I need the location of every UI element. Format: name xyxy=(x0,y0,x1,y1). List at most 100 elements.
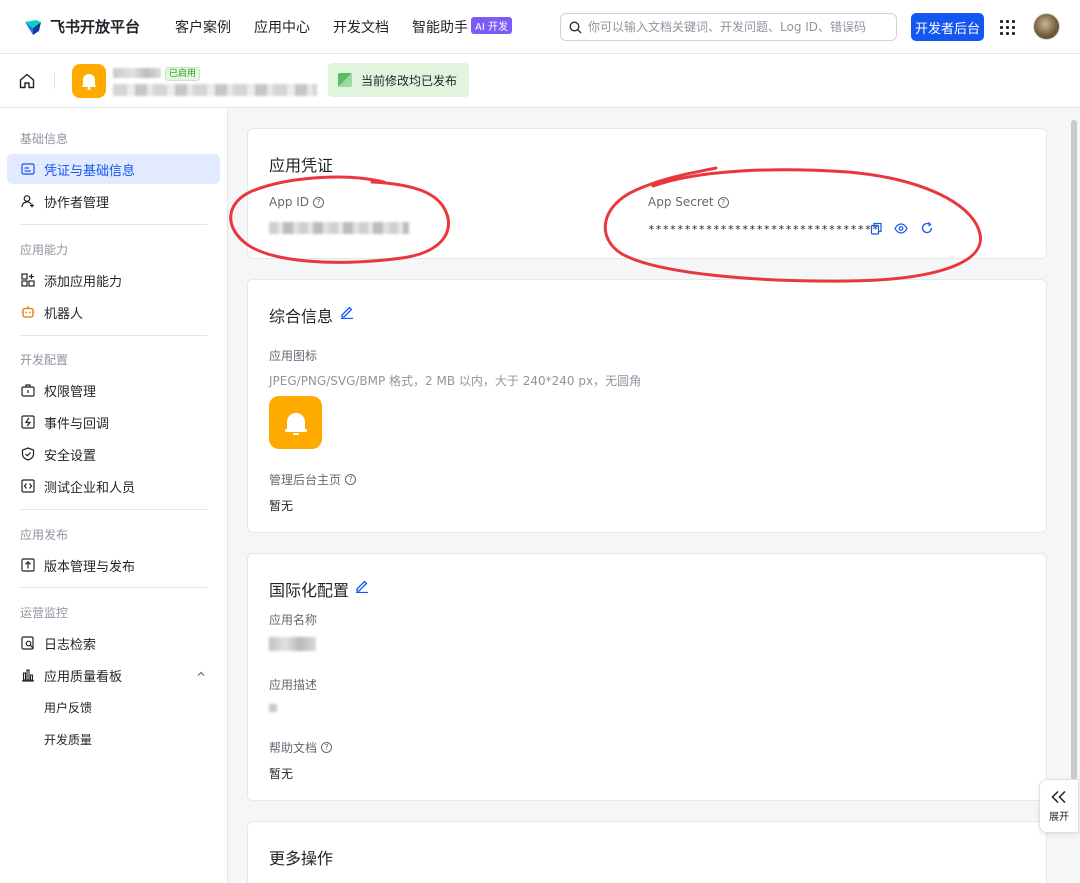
general-info-card: 综合信息 应用图标 JPEG/PNG/SVG/BMP 格式，2 MB 以内，大于… xyxy=(247,279,1047,533)
code-icon xyxy=(21,479,35,493)
eye-icon[interactable] xyxy=(894,222,908,235)
upload-icon xyxy=(21,558,35,572)
app-name-value-blurred xyxy=(269,637,316,651)
feishu-logo-icon xyxy=(25,19,41,35)
sidebar-divider xyxy=(20,224,207,225)
sidebar-divider xyxy=(20,335,207,336)
app-secret-label-text: App Secret xyxy=(648,195,714,209)
expand-label: 展开 xyxy=(1049,811,1069,823)
sidebar: 基础信息 凭证与基础信息 协作者管理 应用能力 添加应用能力 机器人 开发配置 … xyxy=(0,108,228,883)
app-icon-hint: JPEG/PNG/SVG/BMP 格式，2 MB 以内，大于 240*240 p… xyxy=(269,374,642,388)
app-desc-value-blurred xyxy=(269,704,277,712)
sidebar-item-label: 测试企业和人员 xyxy=(44,480,136,496)
app-icon xyxy=(72,64,106,98)
sidebar-item-log-search[interactable]: 日志检索 xyxy=(7,628,220,658)
i18n-title: 国际化配置 xyxy=(269,581,350,600)
sidebar-item-version-release[interactable]: 版本管理与发布 xyxy=(7,550,220,580)
sidebar-item-label: 凭证与基础信息 xyxy=(44,163,136,179)
edit-icon[interactable] xyxy=(340,305,354,319)
more-actions-card: 更多操作 xyxy=(247,821,1047,883)
copy-icon[interactable] xyxy=(870,222,883,235)
sidebar-group-dev-config: 开发配置 xyxy=(20,353,69,367)
i18n-config-card: 国际化配置 应用名称 应用描述 帮助文档 ? 暂无 xyxy=(247,553,1047,801)
id-card-icon xyxy=(21,162,35,176)
credentials-title: 应用凭证 xyxy=(269,156,334,175)
publish-status-text: 当前修改均已发布 xyxy=(361,73,458,88)
sidebar-subitem-user-feedback[interactable]: 用户反馈 xyxy=(44,699,92,716)
expand-panel-button[interactable]: 展开 xyxy=(1039,779,1079,833)
search-icon xyxy=(569,21,582,33)
nav-ai-assistant-label: 智能助手 xyxy=(412,19,468,36)
sidebar-divider xyxy=(20,509,207,510)
sidebar-group-monitoring: 运营监控 xyxy=(20,606,69,620)
home-icon[interactable] xyxy=(18,72,36,90)
sidebar-item-label: 应用质量看板 xyxy=(44,669,123,685)
sidebar-item-collaborators[interactable]: 协作者管理 xyxy=(7,186,220,216)
developer-console-button[interactable]: 开发者后台 xyxy=(911,13,984,41)
sidebar-item-label: 权限管理 xyxy=(44,384,97,400)
nav-ai-assistant[interactable]: 智能助手 AI 开发 xyxy=(412,16,512,37)
app-icon-large[interactable] xyxy=(269,396,322,449)
help-icon[interactable]: ? xyxy=(321,742,333,753)
sidebar-item-label: 版本管理与发布 xyxy=(44,559,136,575)
app-description-blurred xyxy=(113,84,317,96)
sidebar-group-basic: 基础信息 xyxy=(20,132,69,146)
app-secret-value: ******************************** xyxy=(648,223,880,236)
double-chevron-left-icon xyxy=(1051,790,1066,803)
app-id-label-text: App ID xyxy=(269,195,310,209)
nav-customer-cases[interactable]: 客户案例 xyxy=(175,17,231,37)
bell-icon xyxy=(284,412,307,435)
refresh-icon[interactable] xyxy=(920,221,934,235)
published-icon xyxy=(338,73,352,87)
sidebar-item-permissions[interactable]: 权限管理 xyxy=(7,375,220,405)
search-input[interactable] xyxy=(588,20,878,34)
app-grid-icon[interactable] xyxy=(1000,20,1015,35)
sidebar-group-release: 应用发布 xyxy=(20,528,69,542)
sidebar-item-events[interactable]: 事件与回调 xyxy=(7,407,220,437)
sidebar-item-bot[interactable]: 机器人 xyxy=(7,297,220,327)
app-name-blurred xyxy=(113,68,161,78)
add-user-icon xyxy=(21,194,35,208)
publish-status-banner: 当前修改均已发布 xyxy=(328,63,469,97)
nav-app-center[interactable]: 应用中心 xyxy=(254,17,310,37)
admin-homepage-value: 暂无 xyxy=(269,499,294,513)
sidebar-item-credentials[interactable]: 凭证与基础信息 xyxy=(7,154,220,184)
help-icon[interactable]: ? xyxy=(345,474,357,485)
help-icon[interactable]: ? xyxy=(313,196,325,208)
sidebar-item-quality-dashboard[interactable]: 应用质量看板 xyxy=(7,660,220,690)
sidebar-group-capabilities: 应用能力 xyxy=(20,243,69,257)
help-doc-value: 暂无 xyxy=(269,767,294,781)
help-doc-label-text: 帮助文档 xyxy=(269,741,318,755)
log-search-icon xyxy=(21,636,35,650)
robot-icon xyxy=(21,305,35,319)
sidebar-item-add-capability[interactable]: 添加应用能力 xyxy=(7,265,220,295)
help-icon[interactable]: ? xyxy=(717,196,729,208)
app-status-tag: 已启用 xyxy=(165,67,201,81)
app-name-label: 应用名称 xyxy=(269,613,318,627)
ai-dev-badge: AI 开发 xyxy=(471,16,512,34)
edit-icon[interactable] xyxy=(355,579,369,593)
user-avatar[interactable] xyxy=(1033,13,1060,40)
sidebar-item-label: 添加应用能力 xyxy=(44,274,123,290)
sidebar-subitem-dev-quality[interactable]: 开发质量 xyxy=(44,731,92,748)
app-secret-label: App Secret ? xyxy=(648,195,729,209)
search-box[interactable] xyxy=(560,13,897,41)
main-content: 应用凭证 App ID ? App Secret ? *************… xyxy=(229,108,1066,883)
more-actions-title: 更多操作 xyxy=(269,849,334,868)
sidebar-item-test-enterprise[interactable]: 测试企业和人员 xyxy=(7,471,220,501)
bar-chart-icon xyxy=(21,668,35,682)
bell-icon xyxy=(82,74,96,90)
event-icon xyxy=(21,415,35,429)
admin-homepage-label-text: 管理后台主页 xyxy=(269,473,342,487)
sidebar-item-label: 日志检索 xyxy=(44,637,97,653)
brand[interactable]: 飞书开放平台 xyxy=(22,16,172,38)
sidebar-item-label: 机器人 xyxy=(44,306,84,322)
nav-dev-docs[interactable]: 开发文档 xyxy=(333,17,389,37)
app-header-bar: 已启用 当前修改均已发布 xyxy=(0,54,1080,108)
chevron-up-icon[interactable] xyxy=(196,669,206,679)
app-desc-label: 应用描述 xyxy=(269,678,318,692)
page-scrollbar[interactable] xyxy=(1071,120,1077,780)
app-id-label: App ID ? xyxy=(269,195,325,209)
admin-homepage-label: 管理后台主页 ? xyxy=(269,471,357,488)
sidebar-item-security[interactable]: 安全设置 xyxy=(7,439,220,469)
